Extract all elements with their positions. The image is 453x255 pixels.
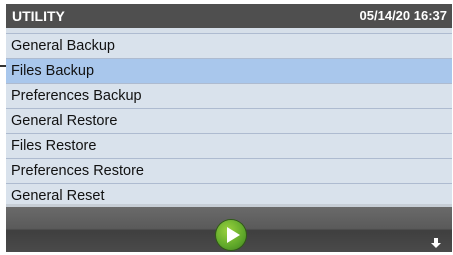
date-time: 05/14/20 16:37 xyxy=(359,8,447,23)
menu-item-label: General Backup xyxy=(11,38,115,54)
menu-item-label: Preferences Restore xyxy=(11,163,144,179)
page-title: UTILITY xyxy=(12,8,65,24)
play-button[interactable] xyxy=(216,220,246,250)
menu-item-preferences-backup[interactable]: Preferences Backup xyxy=(6,84,452,109)
utility-menu: General Backup Files Backup Preferences … xyxy=(6,33,452,209)
menu-item-files-restore[interactable]: Files Restore xyxy=(6,134,452,159)
menu-item-general-backup[interactable]: General Backup xyxy=(6,33,452,59)
menu-item-preferences-restore[interactable]: Preferences Restore xyxy=(6,159,452,184)
menu-item-label: Files Backup xyxy=(11,63,95,79)
menu-item-files-backup[interactable]: Files Backup xyxy=(6,59,452,84)
arrow-down-icon[interactable] xyxy=(430,237,442,249)
menu-item-general-restore[interactable]: General Restore xyxy=(6,109,452,134)
header-bar: UTILITY 05/14/20 16:37 xyxy=(6,4,452,28)
menu-item-label: General Reset xyxy=(11,188,105,204)
menu-item-label: Files Restore xyxy=(11,138,97,154)
menu-item-label: Preferences Backup xyxy=(11,88,142,104)
utility-screen: UTILITY 05/14/20 16:37 General Backup Fi… xyxy=(6,4,452,252)
play-icon xyxy=(227,227,240,243)
menu-item-label: General Restore xyxy=(11,113,118,129)
footer-bar xyxy=(6,207,452,252)
